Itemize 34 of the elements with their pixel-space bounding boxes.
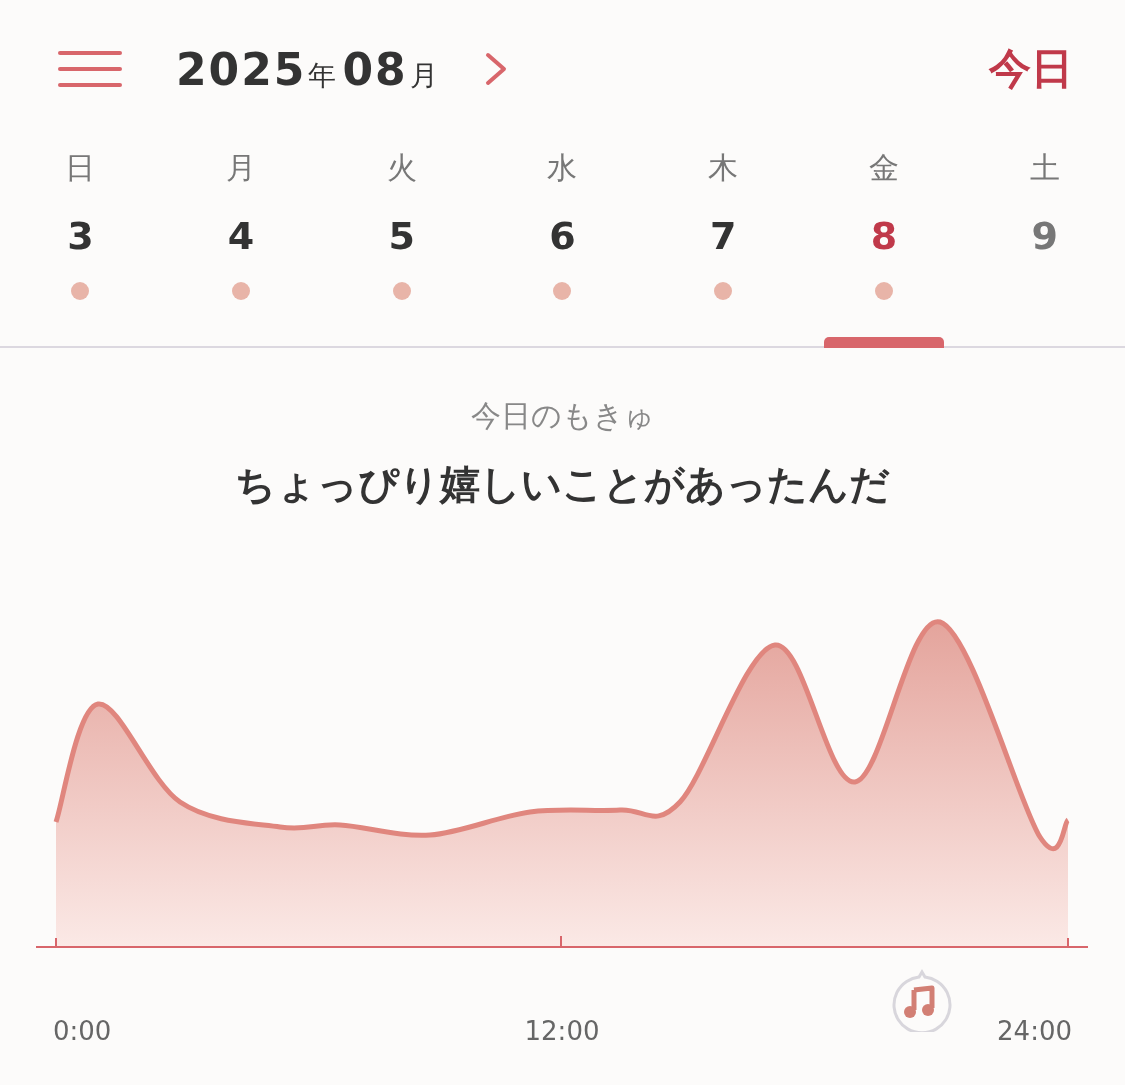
- weekday-label: 火: [386, 149, 417, 187]
- day-tab[interactable]: 月 4: [160, 138, 322, 346]
- next-month-icon[interactable]: [483, 51, 508, 87]
- day-tab[interactable]: 火 5: [321, 138, 483, 346]
- year-unit: 年: [308, 57, 337, 94]
- time-label: 0:00: [53, 1016, 112, 1046]
- today-button[interactable]: 今日: [989, 41, 1073, 97]
- weekday-label: 月: [226, 149, 257, 187]
- day-number: 4: [227, 214, 255, 260]
- month-unit: 月: [409, 57, 438, 94]
- day-number: 5: [388, 214, 415, 260]
- mood-subtitle: 今日のもきゅ: [469, 397, 656, 435]
- music-note-icon[interactable]: [890, 968, 954, 1032]
- day-number: 7: [709, 214, 737, 260]
- day-tab[interactable]: 日 3: [0, 138, 161, 346]
- day-number: 9: [1031, 214, 1058, 260]
- time-label: 24:00: [997, 1016, 1072, 1046]
- day-tab[interactable]: 水 6: [482, 138, 643, 346]
- mood-headline: ちょっぴり嬉しいことがあったんだ: [234, 460, 891, 509]
- menu-icon[interactable]: [58, 50, 122, 88]
- month-text: 08: [342, 43, 408, 95]
- day-number: 8: [870, 214, 898, 260]
- weekday-label: 水: [547, 149, 578, 187]
- weekday-label: 日: [65, 149, 96, 187]
- year-text: 2025: [176, 43, 307, 95]
- time-label: 12:00: [524, 1016, 600, 1046]
- day-tab[interactable]: 土 9: [964, 138, 1125, 346]
- weekday-label: 金: [868, 149, 899, 187]
- weekday-label: 木: [708, 149, 739, 187]
- weekday-label: 土: [1029, 149, 1060, 187]
- day-tab[interactable]: 木 7: [642, 138, 804, 346]
- day-number: 6: [549, 214, 576, 260]
- day-tab[interactable]: 金 8: [803, 138, 965, 346]
- day-number: 3: [67, 214, 94, 260]
